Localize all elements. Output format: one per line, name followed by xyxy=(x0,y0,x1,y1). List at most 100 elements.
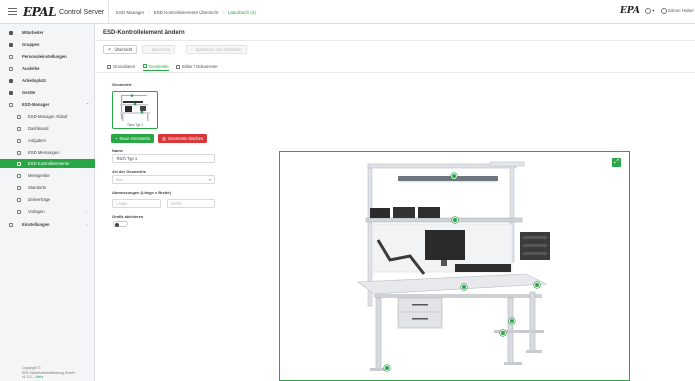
chevron-right-icon: › xyxy=(86,222,88,227)
sidebar-item-esd-messungen[interactable]: ESD Messungen xyxy=(0,148,95,157)
expand-icon[interactable]: ⤢ xyxy=(612,158,621,167)
width-input[interactable]: Breite xyxy=(167,199,215,208)
copyright: Copyright © EPA Sicherheitsbekleidung Gm… xyxy=(22,366,92,380)
sidebar-item-personal[interactable]: Personaleinstellungen xyxy=(0,52,95,61)
active-toggle[interactable] xyxy=(113,221,128,227)
tab-grunddaten[interactable]: Grunddaten xyxy=(107,62,135,71)
template-icon xyxy=(17,209,21,214)
breadcrumb-separator: › xyxy=(148,9,150,15)
thumbnail-label: Tisch Typ 1 xyxy=(126,123,144,127)
menu-icon[interactable] xyxy=(8,8,17,15)
hotspot-lamp[interactable] xyxy=(451,173,457,179)
esd-icon xyxy=(9,102,13,107)
sidebar-item-mitarbeiter[interactable]: Mitarbeiter xyxy=(0,28,95,37)
breadcrumb-separator: › xyxy=(222,9,224,15)
save-close-button[interactable]: ▫ Speichern und schließen xyxy=(186,45,247,54)
sidebar-item-einstellungen[interactable]: Einstellungen › xyxy=(0,220,95,229)
geometry-preview-canvas[interactable]: ⤢ xyxy=(279,151,630,381)
loan-icon xyxy=(9,66,13,71)
brand-logo: EPA xyxy=(620,6,640,16)
sidebar-item-label: ESD-Manager Ablauf xyxy=(28,114,68,119)
sidebar-item-label: ESD Kontrollelemente xyxy=(28,161,70,166)
breadcrumb: ESD Manager › ESD Kontrollelemente Übers… xyxy=(108,0,256,24)
chevron-up-icon: ⌃ xyxy=(86,102,90,107)
chevron-right-icon: › xyxy=(86,209,88,214)
user-menu[interactable]: Simon Huber xyxy=(660,8,695,15)
delete-geometry-label: Geometrie löschen xyxy=(167,136,204,141)
logo-mark: EPAL xyxy=(23,5,57,19)
sidebar-item-arbeitsplatz[interactable]: Arbeitsplatz xyxy=(0,76,95,85)
sidebar-item-vorlagen[interactable]: Vorlagen › xyxy=(0,207,95,216)
sidebar-item-geraete[interactable]: Geräte xyxy=(0,88,95,97)
sidebar-item-label: Messgeräte xyxy=(28,173,50,178)
divider xyxy=(95,40,695,41)
sidebar-item-messgeraete[interactable]: Messgeräte xyxy=(0,171,95,180)
sidebar-item-label: Geräte xyxy=(22,90,36,95)
user-icon xyxy=(660,8,667,15)
sidebar-item-gruppen[interactable]: Gruppen xyxy=(0,40,95,49)
arrow-left-icon: ↶ xyxy=(108,47,112,52)
dimensions-label: Abmessungen (Länge x Breite) xyxy=(112,190,171,195)
tab-geometrie[interactable]: Geometrie xyxy=(143,62,169,71)
sidebar-item-label: Aufgaben xyxy=(28,138,46,143)
length-input[interactable]: Länge xyxy=(112,199,161,208)
trash-icon: ▥ xyxy=(162,136,166,141)
delete-geometry-button[interactable]: ▥ Geometrie löschen xyxy=(158,134,208,143)
settings-icon xyxy=(9,54,13,59)
new-geometry-button[interactable]: + Neue Geometrie xyxy=(111,134,155,143)
back-button[interactable]: ↶ Übersicht xyxy=(103,45,138,54)
help-button[interactable]: ▾ xyxy=(645,8,655,14)
hotspot-leg-left[interactable] xyxy=(384,365,390,371)
tab-label: Bilder / Dokumente xyxy=(182,64,218,69)
sidebar-item-zeitvertraege[interactable]: Zeitverträge xyxy=(0,195,95,204)
hotspot-shelf[interactable] xyxy=(452,217,458,223)
tab-label: Grunddaten xyxy=(113,64,136,69)
calendar-icon xyxy=(17,197,21,202)
sidebar-item-esd-kontrollelemente[interactable]: ESD Kontrollelemente xyxy=(0,159,95,168)
hotspot-worktop[interactable] xyxy=(461,284,467,290)
breadcrumb-item-esd-manager[interactable]: ESD Manager xyxy=(116,10,144,15)
workbench-thumbnail-image xyxy=(120,94,150,121)
name-input[interactable]: Tisch Typ 1 xyxy=(112,154,215,163)
hotspot-bins[interactable] xyxy=(534,282,540,288)
more-link[interactable]: Mehr xyxy=(35,375,43,379)
breadcrumb-item-overview[interactable]: ESD Kontrollelemente Übersicht xyxy=(154,10,219,15)
name-label: Name xyxy=(112,148,123,153)
image-icon xyxy=(176,64,180,69)
sidebar-item-esd-manager[interactable]: ESD-Manager ⌃ xyxy=(0,100,95,109)
tab-bilder-dokumente[interactable]: Bilder / Dokumente xyxy=(176,62,218,71)
meter-icon xyxy=(17,173,21,178)
app-logo[interactable]: EPAL Control Server xyxy=(23,5,104,19)
breadcrumb-item-current: Laborbuch (4) xyxy=(227,9,256,15)
location-icon xyxy=(17,185,21,190)
new-geometry-label: Neue Geometrie xyxy=(119,136,151,141)
geometry-thumbnail[interactable]: Tisch Typ 1 xyxy=(112,91,158,129)
measure-icon xyxy=(17,150,21,155)
page-title: ESD-Kontrollelement ändern xyxy=(103,30,185,36)
geometry-type-select[interactable]: Box ▾ xyxy=(112,175,215,184)
sidebar-item-label: Einstellungen xyxy=(22,222,50,227)
plus-icon: + xyxy=(115,136,118,141)
sidebar-item-label: Vorlagen xyxy=(28,209,45,214)
sidebar-item-standorte[interactable]: Standorte xyxy=(0,183,95,192)
gear-icon xyxy=(9,222,13,227)
sidebar-item-label: Zeitverträge xyxy=(28,197,51,202)
sidebar-item-esd-ablauf[interactable]: ESD-Manager Ablauf xyxy=(0,112,95,121)
sidebar-item-label: Dashboard xyxy=(28,126,49,131)
control-element-icon xyxy=(17,161,21,166)
logo-text: Control Server xyxy=(59,8,105,16)
sidebar-item-aufgaben[interactable]: Aufgaben xyxy=(0,136,95,145)
hotspot-leg-right[interactable] xyxy=(509,318,515,324)
sidebar-item-dashboard[interactable]: Dashboard xyxy=(0,124,95,133)
geometry-section-label: Geometrie xyxy=(112,82,132,87)
tab-label: Geometrie xyxy=(149,63,169,69)
flow-icon xyxy=(17,114,21,119)
save-button-label: Speichern xyxy=(151,47,171,52)
back-button-label: Übersicht xyxy=(114,47,133,52)
hotspot-crossbar[interactable] xyxy=(500,330,506,336)
save-button[interactable]: ▫ Speichern xyxy=(142,45,176,54)
sidebar-item-ausleihe[interactable]: Ausleihe xyxy=(0,64,95,73)
sidebar-item-label: Personaleinstellungen xyxy=(22,54,67,59)
user-name: Simon Huber xyxy=(667,8,695,14)
top-bar: EPAL Control Server ESD Manager › ESD Ko… xyxy=(0,0,695,24)
